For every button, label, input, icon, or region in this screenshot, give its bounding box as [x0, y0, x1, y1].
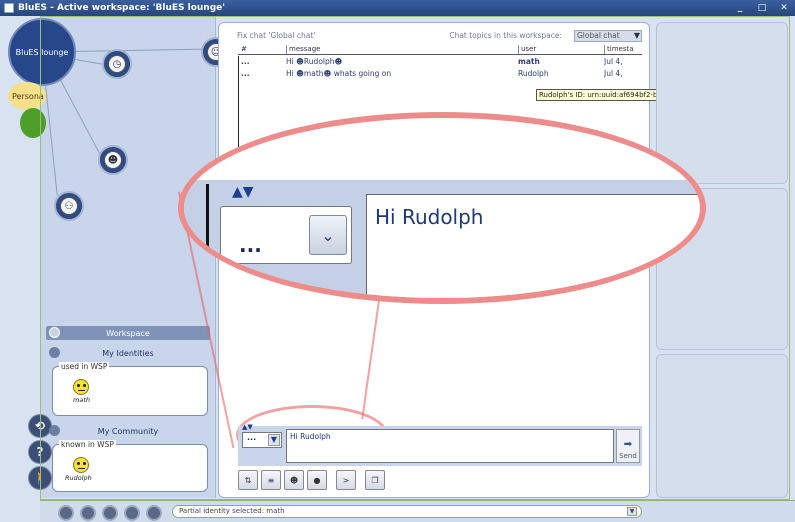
- column-header[interactable]: message: [286, 45, 518, 54]
- magnified-select[interactable]: ... ⌄: [220, 206, 352, 264]
- partial-identity-value: Partial identity selected: math: [179, 507, 285, 515]
- row-message: Hi ☻Rudolph☻: [286, 56, 343, 66]
- identity-user-label: math: [73, 396, 90, 404]
- workspace-header-label: Workspace: [106, 328, 150, 338]
- chat-topic-select[interactable]: Global chat ▼: [574, 30, 642, 42]
- community-legend: known in WSP: [59, 440, 116, 449]
- group-icon: ⚇: [60, 197, 78, 215]
- sort-numeric-icon[interactable]: ⇅: [238, 470, 258, 490]
- collapse-knob-icon[interactable]: [49, 327, 60, 338]
- sort-user-icon[interactable]: ●: [307, 470, 327, 490]
- row-time: Jul 4,: [604, 68, 623, 78]
- row-message: Hi ☻math☻ whats going on: [286, 68, 392, 78]
- partial-identity-select[interactable]: Partial identity selected: math ▼: [172, 505, 642, 518]
- identities-box: used in WSP math: [52, 362, 208, 416]
- message-input[interactable]: Hi Rudolph: [286, 429, 614, 463]
- app-icon: [4, 3, 14, 13]
- window-titlebar: BluES - Active workspace: 'BluES lounge'…: [0, 0, 795, 16]
- send-arrow-icon: ➡: [623, 439, 633, 450]
- identities-header[interactable]: My Identities: [46, 346, 210, 360]
- message-type-value: ...: [247, 433, 257, 442]
- workspace-node-green[interactable]: [20, 108, 46, 138]
- walk-icon[interactable]: 🚶: [28, 466, 52, 490]
- magnified-text-area[interactable]: Hi Rudolph: [366, 194, 700, 298]
- column-header[interactable]: #: [238, 45, 286, 54]
- column-header[interactable]: timesta: [604, 45, 642, 54]
- smiley-icon[interactable]: [73, 379, 89, 395]
- clock-icon: ◷: [108, 55, 126, 73]
- magnified-select-value: ...: [239, 233, 262, 257]
- smiley-icon[interactable]: [73, 457, 89, 473]
- up-down-arrows-icon[interactable]: ▲▼: [242, 423, 253, 431]
- message-input-area: ▲▼ ... ▼ Hi Rudolph ➡ Send: [238, 423, 642, 466]
- close-button[interactable]: ✕: [773, 3, 795, 13]
- person-icon: ☻: [104, 151, 122, 169]
- community-box: known in WSP Rudolph: [52, 440, 208, 492]
- status-dot-icon[interactable]: [146, 505, 162, 521]
- send-label: Send: [619, 452, 637, 460]
- community-header-label: My Community: [97, 426, 159, 436]
- chevron-down-icon: ▼: [633, 31, 640, 40]
- up-down-arrows-icon[interactable]: ▲▼: [232, 184, 254, 200]
- next-icon[interactable]: >: [336, 470, 356, 490]
- chat-toolbar: ⇅ ≡ ☻ ● > ❐: [238, 470, 385, 492]
- sort-person-icon[interactable]: ☻: [284, 470, 304, 490]
- chevron-down-icon: ▼: [627, 507, 637, 516]
- collapse-knob-icon[interactable]: [49, 347, 60, 358]
- table-row[interactable]: ... Hi ☻Rudolph☻ math Jul 4,: [238, 55, 642, 67]
- graph-node-clock[interactable]: ◷: [102, 49, 132, 79]
- graph-node-person[interactable]: ☻: [98, 145, 128, 175]
- fix-chat-label[interactable]: Fix chat 'Global chat': [237, 31, 315, 40]
- workspace-section-header[interactable]: Workspace: [46, 326, 210, 340]
- copy-icon[interactable]: ❐: [365, 470, 385, 490]
- row-user: Rudolph: [518, 68, 549, 78]
- chat-topics-label: Chat topics in this workspace:: [449, 31, 562, 40]
- identities-legend: used in WSP: [59, 362, 110, 371]
- row-time: Jul 4,: [604, 56, 623, 66]
- status-dot-icon[interactable]: [80, 505, 96, 521]
- row-num: ...: [241, 56, 250, 66]
- chevron-down-icon: ▼: [268, 434, 280, 446]
- chat-table: # message user timesta ... Hi ☻Rudolph☻ …: [238, 45, 642, 79]
- community-user-label: Rudolph: [65, 474, 92, 482]
- minimize-button[interactable]: _: [729, 3, 751, 13]
- magnified-divider: [206, 184, 209, 284]
- status-dot-icon[interactable]: [58, 505, 74, 521]
- column-header[interactable]: user: [518, 45, 604, 54]
- help-icon[interactable]: ?: [28, 440, 52, 464]
- status-dot-icon[interactable]: [102, 505, 118, 521]
- sort-message-icon[interactable]: ≡: [261, 470, 281, 490]
- chat-topic-value: Global chat: [577, 31, 620, 40]
- window-title: BluES - Active workspace: 'BluES lounge': [18, 3, 225, 13]
- maximize-button[interactable]: □: [751, 3, 773, 13]
- identities-header-label: My Identities: [102, 348, 154, 358]
- row-user: math: [518, 56, 540, 66]
- status-dot-icon[interactable]: [124, 505, 140, 521]
- workspace-node-lounge[interactable]: BluES lounge: [8, 18, 76, 86]
- right-panel-bottom: [656, 354, 788, 498]
- status-bar: Partial identity selected: math ▼: [40, 500, 795, 522]
- community-header[interactable]: My Community: [46, 424, 210, 438]
- workspace-node-personal[interactable]: Persona: [8, 82, 46, 110]
- chevron-down-icon[interactable]: ⌄: [309, 215, 347, 255]
- magnifier-lens: ▲▼ ... ⌄ Hi Rudolph: [178, 112, 706, 304]
- graph-node-group[interactable]: ⚇: [54, 191, 84, 221]
- row-num: ...: [241, 68, 250, 78]
- collapse-knob-icon[interactable]: [49, 425, 60, 436]
- magnified-view: ▲▼ ... ⌄ Hi Rudolph: [184, 118, 700, 298]
- status-dots: [58, 505, 162, 521]
- table-row[interactable]: ... Hi ☻math☻ whats going on Rudolph Jul…: [238, 67, 642, 79]
- message-type-select[interactable]: ... ▼: [242, 432, 282, 448]
- chat-table-header: # message user timesta: [238, 45, 642, 55]
- send-button[interactable]: ➡ Send: [616, 429, 640, 463]
